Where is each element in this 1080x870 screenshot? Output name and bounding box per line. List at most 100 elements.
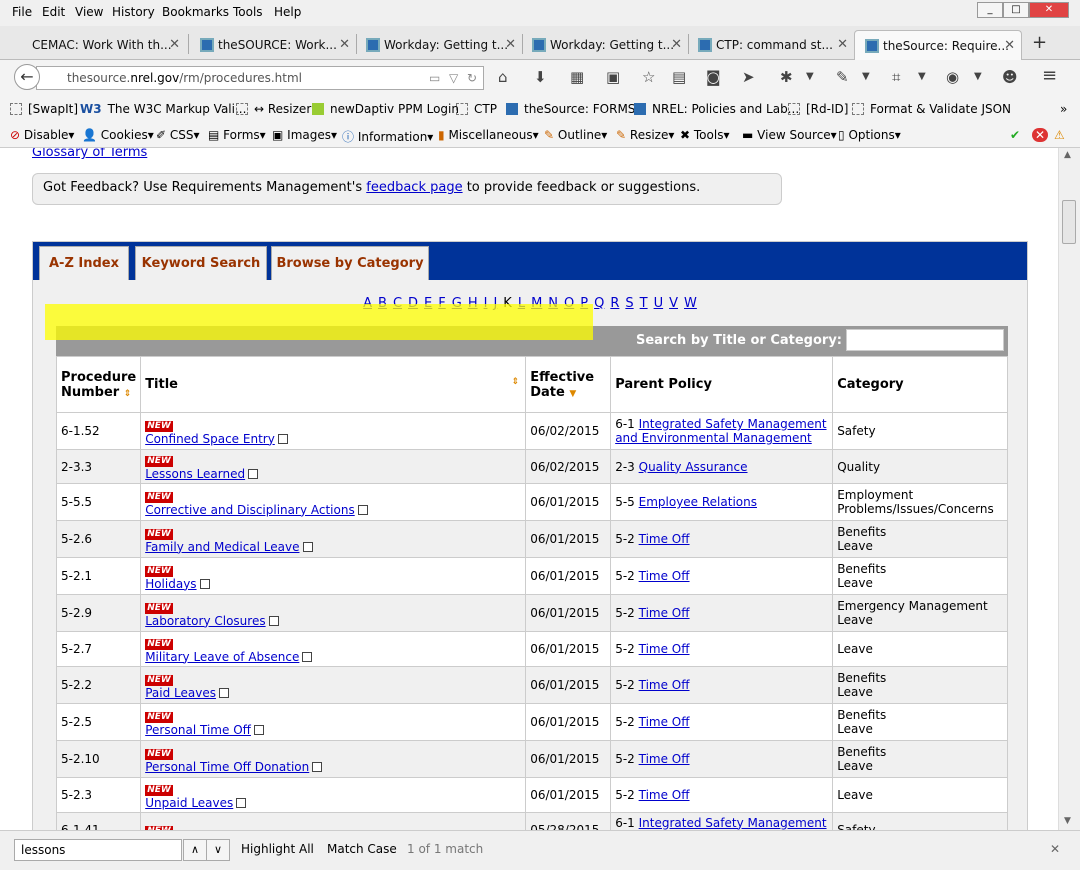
- feedback-page-link[interactable]: feedback page: [366, 180, 462, 195]
- procedure-title-link[interactable]: Personal Time Off Donation: [145, 760, 309, 774]
- menu-view[interactable]: View: [75, 5, 103, 19]
- bookmark-item[interactable]: ↔ Resizer: [236, 102, 311, 116]
- browser-tab-3[interactable]: Workday: Getting t... ✕: [356, 30, 522, 60]
- match-case-button[interactable]: Match Case: [327, 842, 397, 856]
- procedure-title-link[interactable]: Personal Time Off: [145, 723, 251, 737]
- download-icon[interactable]: ⬇: [534, 68, 547, 86]
- bookmark-item[interactable]: [SwapIt]: [10, 102, 78, 116]
- bookmark-item[interactable]: newDaptiv PPM Login: [312, 102, 459, 116]
- vertical-scrollbar[interactable]: ▲ ▼: [1058, 148, 1080, 830]
- warning-icon[interactable]: ⚠: [1054, 128, 1065, 142]
- close-window-button[interactable]: ✕: [1029, 2, 1069, 18]
- document-icon[interactable]: [312, 761, 323, 772]
- procedure-title-link[interactable]: Lessons Learned: [145, 467, 245, 481]
- browser-tab-4[interactable]: Workday: Getting t... ✕: [522, 30, 688, 60]
- wd-cookies[interactable]: 👤 Cookies▾: [82, 128, 154, 142]
- document-icon[interactable]: [302, 541, 313, 552]
- tab-close-icon[interactable]: ✕: [169, 32, 180, 58]
- wd-options[interactable]: ▯ Options▾: [838, 128, 901, 142]
- wd-miscellaneous[interactable]: ▮ Miscellaneous▾: [438, 128, 539, 142]
- header-category[interactable]: Category: [832, 356, 1008, 413]
- minimize-button[interactable]: _: [977, 2, 1003, 18]
- wd-disable[interactable]: ⊘ Disable▾: [10, 128, 74, 142]
- chevron-down-icon[interactable]: ▼: [862, 71, 870, 82]
- procedure-title-link[interactable]: Military Leave of Absence: [145, 650, 299, 664]
- menu-tools[interactable]: Tools: [233, 5, 263, 19]
- find-previous-button[interactable]: ∧: [183, 839, 207, 861]
- letter-link-r[interactable]: R: [610, 296, 619, 311]
- wd-view-source[interactable]: ▬ View Source▾: [742, 128, 837, 142]
- procedure-title-link[interactable]: Paid Leaves: [145, 686, 216, 700]
- parent-policy-link[interactable]: Quality Assurance: [639, 460, 748, 474]
- document-icon[interactable]: [199, 578, 210, 589]
- procedure-title-link[interactable]: Confined Space Entry: [145, 432, 275, 446]
- browser-tab-2[interactable]: theSOURCE: Work... ✕: [190, 30, 356, 60]
- menu-help[interactable]: Help: [274, 5, 301, 19]
- browser-tab-active[interactable]: theSource: Require... ✕: [854, 30, 1022, 60]
- procedure-title-link[interactable]: Unpaid Leaves: [145, 796, 233, 810]
- bookmark-item[interactable]: theSource: FORMS: [506, 102, 635, 116]
- letter-link-q[interactable]: Q: [594, 296, 604, 311]
- screenshot-icon[interactable]: ▣: [606, 68, 620, 86]
- sort-icon[interactable]: ⇕: [512, 377, 520, 387]
- tab-close-icon[interactable]: ✕: [837, 32, 848, 58]
- bookmarks-overflow-button[interactable]: »: [1060, 102, 1067, 116]
- parent-policy-link[interactable]: Time Off: [639, 532, 690, 546]
- tab-close-icon[interactable]: ✕: [1004, 33, 1015, 59]
- find-next-button[interactable]: ∨: [206, 839, 230, 861]
- parent-policy-link[interactable]: Time Off: [639, 715, 690, 729]
- wd-resize[interactable]: ✎ Resize▾: [616, 128, 674, 142]
- document-icon[interactable]: [357, 504, 368, 515]
- document-icon[interactable]: [277, 433, 288, 444]
- bookmark-item[interactable]: Format & Validate JSON: [852, 102, 1011, 116]
- crop-icon[interactable]: ⌗: [892, 68, 900, 86]
- document-icon[interactable]: [218, 687, 229, 698]
- scroll-up-icon[interactable]: ▲: [1064, 150, 1071, 160]
- tab-close-icon[interactable]: ✕: [339, 32, 350, 58]
- firebug-icon[interactable]: ✱: [780, 68, 793, 86]
- scroll-down-icon[interactable]: ▼: [1064, 816, 1071, 826]
- parent-policy-link[interactable]: Integrated Safety Management and: [615, 816, 826, 831]
- find-input[interactable]: lessons: [14, 839, 182, 861]
- grid-icon[interactable]: ▦: [570, 68, 584, 86]
- letter-link-w[interactable]: W: [684, 296, 697, 311]
- bookmark-item[interactable]: W3 The W3C Markup Vali...: [80, 102, 246, 116]
- bookmarks-list-icon[interactable]: ▤: [672, 68, 686, 86]
- browser-tab-5[interactable]: CTP: command st... ✕: [688, 30, 854, 60]
- error-icon[interactable]: ✕: [1032, 128, 1048, 142]
- back-button[interactable]: ←: [14, 64, 40, 90]
- menu-file[interactable]: File: [12, 5, 32, 19]
- scrollbar-thumb[interactable]: [1062, 200, 1076, 244]
- smiley-icon[interactable]: ☻: [1002, 68, 1018, 86]
- letter-link-u[interactable]: U: [654, 296, 664, 311]
- document-icon[interactable]: [302, 651, 313, 662]
- home-icon[interactable]: ⌂: [498, 68, 508, 86]
- bookmark-item[interactable]: [Rd-ID]: [788, 102, 848, 116]
- wd-forms[interactable]: ▤ Forms▾: [208, 128, 266, 142]
- search-input[interactable]: [846, 329, 1004, 351]
- document-icon[interactable]: [248, 469, 259, 479]
- hamburger-menu-icon[interactable]: ≡: [1042, 65, 1057, 86]
- parent-policy-link[interactable]: Time Off: [639, 678, 690, 692]
- chevron-down-icon[interactable]: ▼: [806, 71, 814, 82]
- header-procedure-number[interactable]: Procedure Number ⇕: [55, 356, 142, 413]
- letter-link-v[interactable]: V: [669, 296, 678, 311]
- wd-tools[interactable]: ✖ Tools▾: [680, 128, 729, 142]
- parent-policy-link[interactable]: Time Off: [639, 569, 690, 583]
- reload-icon[interactable]: ↻: [467, 67, 477, 89]
- circle-icon[interactable]: ◉: [946, 68, 959, 86]
- eyedropper-icon[interactable]: ✎: [836, 68, 849, 86]
- tab-a-z-index[interactable]: A-Z Index: [39, 246, 129, 280]
- dropdown-icon[interactable]: ▽: [449, 67, 458, 89]
- wd-images[interactable]: ▣ Images▾: [272, 128, 337, 142]
- highlight-all-button[interactable]: Highlight All: [241, 842, 314, 856]
- sort-desc-icon[interactable]: ▼: [569, 389, 576, 399]
- valid-check-icon[interactable]: ✔: [1010, 128, 1020, 142]
- header-title[interactable]: Title ⇕: [140, 356, 527, 413]
- procedure-title-link[interactable]: Laboratory Closures: [145, 614, 265, 628]
- parent-policy-link[interactable]: Time Off: [639, 606, 690, 620]
- parent-policy-link[interactable]: Time Off: [639, 642, 690, 656]
- wd-information[interactable]: ⓘ Information▾: [342, 128, 433, 145]
- bookmark-star-icon[interactable]: ☆: [642, 68, 655, 86]
- wd-outline[interactable]: ✎ Outline▾: [544, 128, 607, 142]
